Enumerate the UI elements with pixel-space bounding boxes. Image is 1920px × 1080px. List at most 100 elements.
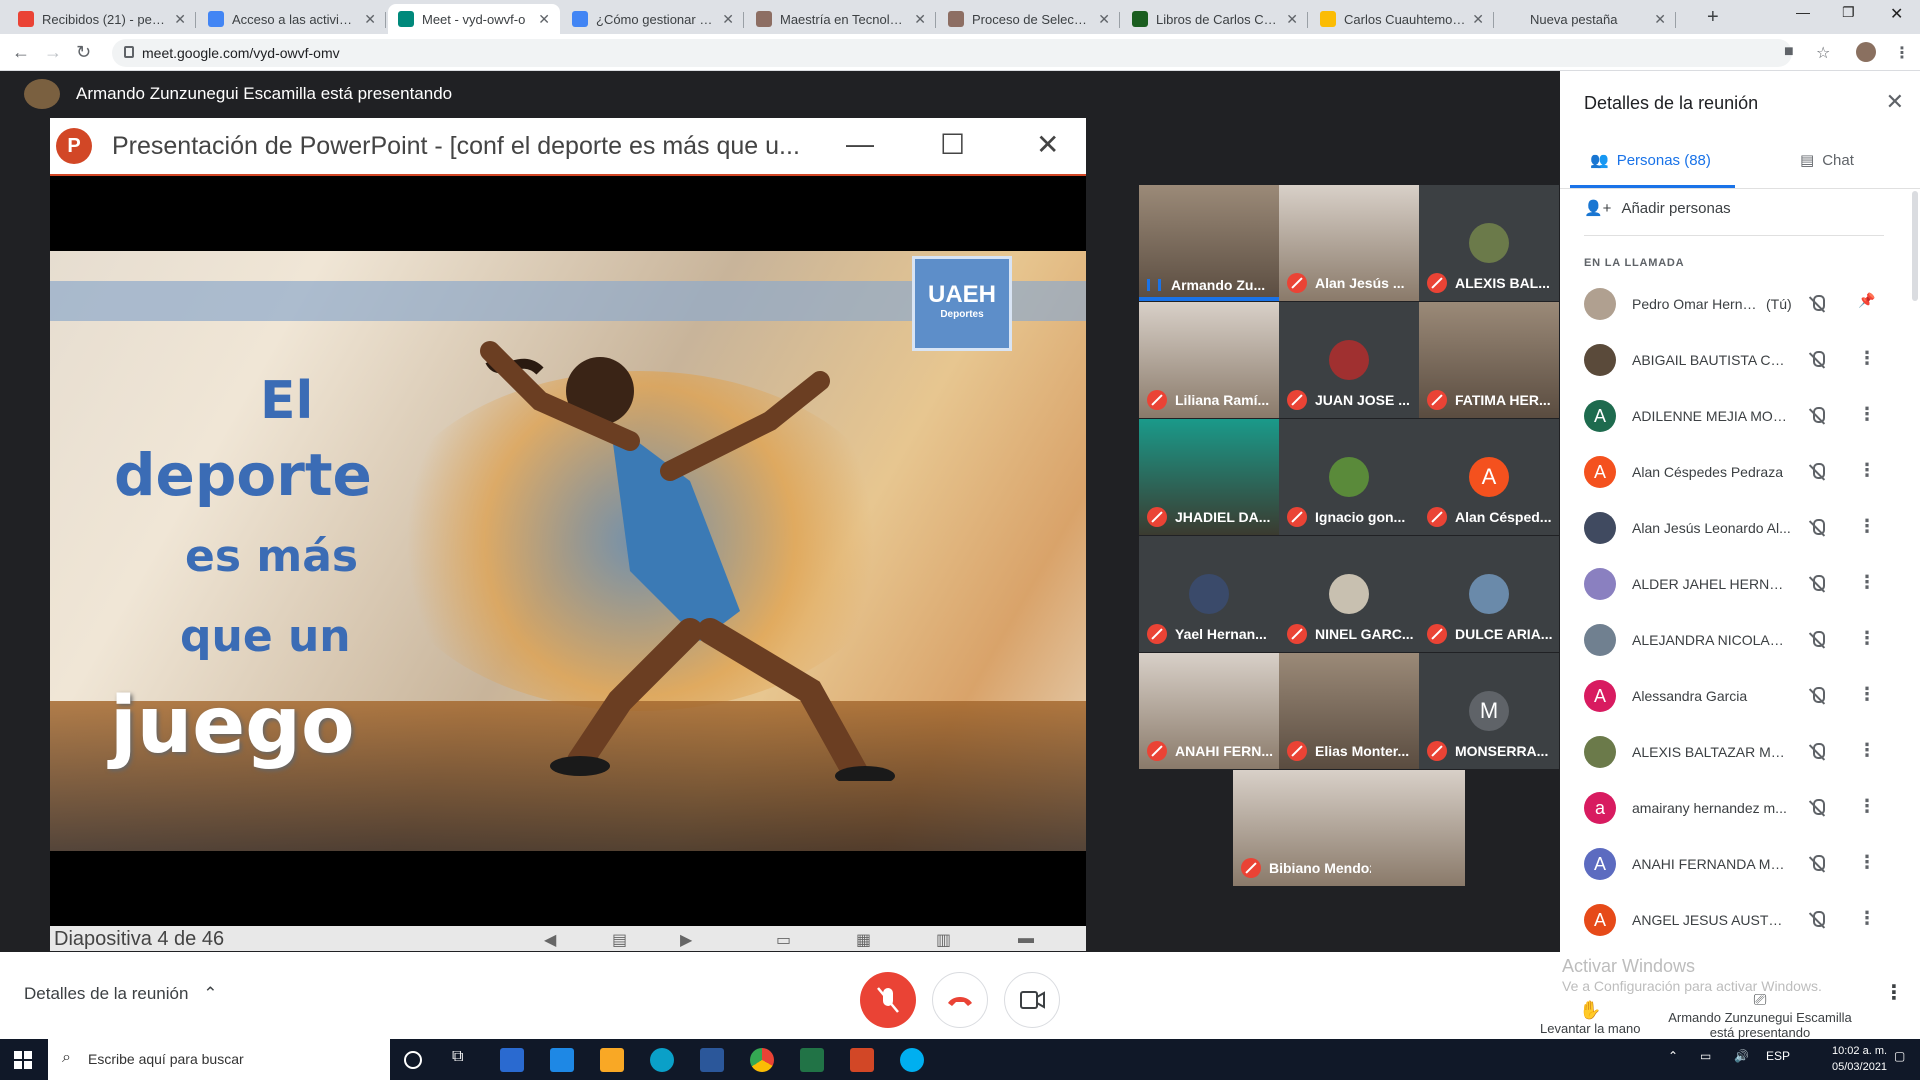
url-field[interactable]: meet.google.com/vyd-owvf-omv [112, 39, 1792, 67]
windows-start-icon[interactable] [14, 1051, 32, 1069]
participant-tile[interactable]: NINEL GARC... [1279, 536, 1419, 652]
mic-muted-icon[interactable] [1808, 799, 1826, 817]
profile-avatar[interactable] [1856, 42, 1876, 62]
participant-menu-icon[interactable]: ⋮ [1858, 796, 1876, 817]
powerpoint-taskbar-icon[interactable] [850, 1048, 874, 1072]
mic-muted-icon[interactable] [1808, 351, 1826, 369]
task-view-icon[interactable]: ⧉ [452, 1048, 476, 1072]
browser-tab[interactable]: Libros de Carlos Cuauh ✕ [1122, 4, 1308, 34]
volume-icon[interactable]: 🔊 [1734, 1049, 1749, 1063]
camera-toggle-button[interactable] [1004, 972, 1060, 1028]
edge-icon[interactable] [650, 1048, 674, 1072]
tab-chat[interactable]: ▤ Chat [1800, 151, 1854, 170]
store-icon[interactable] [500, 1048, 524, 1072]
participant-tile[interactable]: Liliana Ramí... [1139, 302, 1279, 418]
tab-close-icon[interactable]: ✕ [538, 11, 550, 28]
notifications-icon[interactable]: ▢ [1894, 1049, 1905, 1063]
participant-tile[interactable]: Armando Zu... [1139, 185, 1279, 301]
participant-row[interactable]: A ANAHI FERNANDA MER... ⋮ [1560, 834, 1920, 890]
tab-close-icon[interactable]: ✕ [364, 11, 376, 28]
participant-row[interactable]: (Tú)Pedro Omar Hernández📌 [1560, 274, 1920, 330]
tray-chevron-icon[interactable]: ⌃ [1668, 1049, 1678, 1063]
participant-row[interactable]: Alan Jesús Leonardo Al... ⋮ [1560, 498, 1920, 554]
forward-icon[interactable]: → [44, 42, 62, 63]
panel-scrollbar[interactable] [1912, 191, 1918, 301]
pin-icon[interactable]: 📌 [1858, 292, 1875, 309]
close-panel-icon[interactable]: ✕ [1886, 89, 1904, 115]
participant-row[interactable]: A Alessandra Garcia ⋮ [1560, 666, 1920, 722]
tab-close-icon[interactable]: ✕ [722, 11, 734, 28]
presenting-status-button[interactable]: ⎚ Armando Zunzunegui Escamilla está pres… [1660, 992, 1860, 1040]
participant-menu-icon[interactable]: ⋮ [1858, 516, 1876, 537]
browser-tab[interactable]: Nueva pestaña ✕ [1496, 4, 1676, 34]
participant-tile[interactable]: Bibiano Mendoza Austria [1233, 770, 1465, 886]
participant-tile[interactable]: FATIMA HER... [1419, 302, 1559, 418]
participant-tile[interactable]: M MONSERRA... [1419, 653, 1559, 769]
more-options-icon[interactable]: ⋮ [1884, 980, 1904, 1005]
microphone-toggle-button[interactable] [860, 972, 916, 1028]
cortana-icon[interactable] [404, 1051, 422, 1069]
reload-icon[interactable]: ↻ [76, 42, 91, 63]
browser-tab[interactable]: Carlos Cuauhtemoc Sa ✕ [1310, 4, 1494, 34]
chrome-icon[interactable] [750, 1048, 774, 1072]
participant-row[interactable]: A ADILENNE MEJIA MON... ⋮ [1560, 386, 1920, 442]
participant-tile[interactable]: Elias Monter... [1279, 653, 1419, 769]
participant-row[interactable]: ABIGAIL BAUTISTA CRUZ ⋮ [1560, 330, 1920, 386]
word-icon[interactable] [700, 1048, 724, 1072]
participant-menu-icon[interactable]: ⋮ [1858, 908, 1876, 929]
browser-tab[interactable]: Acceso a las actividade ✕ [198, 4, 386, 34]
minimize-window-button[interactable]: — [1796, 4, 1810, 20]
add-people-button[interactable]: 👤+ Añadir personas [1584, 199, 1731, 218]
participant-tile[interactable]: JHADIEL DA... [1139, 419, 1279, 535]
mic-muted-icon[interactable] [1808, 911, 1826, 929]
mic-muted-icon[interactable] [1808, 519, 1826, 537]
tab-close-icon[interactable]: ✕ [1654, 11, 1666, 28]
excel-icon[interactable] [800, 1048, 824, 1072]
participant-row[interactable]: ALEXIS BALTAZAR MELO ⋮ [1560, 722, 1920, 778]
skype-icon[interactable] [900, 1048, 924, 1072]
camera-blocked-icon[interactable]: ■ [1784, 43, 1794, 61]
participant-tile[interactable]: ALEXIS BAL... [1419, 185, 1559, 301]
network-icon[interactable]: ▭ [1700, 1049, 1711, 1063]
participant-tile[interactable]: JUAN JOSE ... [1279, 302, 1419, 418]
browser-menu-icon[interactable]: ⋮ [1894, 43, 1910, 63]
participant-menu-icon[interactable]: ⋮ [1858, 684, 1876, 705]
mic-muted-icon[interactable] [1808, 631, 1826, 649]
participant-tile[interactable]: Alan Jesús ... [1279, 185, 1419, 301]
participant-menu-icon[interactable]: ⋮ [1858, 852, 1876, 873]
language-indicator[interactable]: ESP [1766, 1049, 1790, 1063]
bookmark-star-icon[interactable]: ☆ [1816, 43, 1830, 63]
tab-close-icon[interactable]: ✕ [1472, 11, 1484, 28]
participant-row[interactable]: ALDER JAHEL HERNAN... ⋮ [1560, 554, 1920, 610]
mail-icon[interactable] [550, 1048, 574, 1072]
taskbar-clock[interactable]: 10:02 a. m. 05/03/2021 [1832, 1043, 1887, 1075]
participant-tile[interactable]: A Alan Césped... [1419, 419, 1559, 535]
browser-tab[interactable]: Recibidos (21) - pedro_ ✕ [8, 4, 196, 34]
tab-people[interactable]: 👥 Personas (88) [1590, 151, 1711, 170]
participant-menu-icon[interactable]: ⋮ [1858, 628, 1876, 649]
tab-close-icon[interactable]: ✕ [1286, 11, 1298, 28]
mic-muted-icon[interactable] [1808, 687, 1826, 705]
mic-muted-icon[interactable] [1808, 575, 1826, 593]
participant-tile[interactable]: ANAHI FERN... [1139, 653, 1279, 769]
mic-muted-icon[interactable] [1808, 743, 1826, 761]
mic-muted-icon[interactable] [1808, 463, 1826, 481]
back-icon[interactable]: ← [12, 42, 30, 63]
taskbar-search-field[interactable]: ⌕ Escribe aquí para buscar [48, 1039, 390, 1080]
browser-tab[interactable]: Proceso de Selección d ✕ [938, 4, 1120, 34]
participant-row[interactable]: A Alan Céspedes Pedraza ⋮ [1560, 442, 1920, 498]
maximize-window-button[interactable]: ❐ [1842, 4, 1855, 21]
close-window-button[interactable]: ✕ [1890, 4, 1903, 24]
participant-row[interactable]: a amairany hernandez m... ⋮ [1560, 778, 1920, 834]
participant-menu-icon[interactable]: ⋮ [1858, 572, 1876, 593]
tab-close-icon[interactable]: ✕ [1098, 11, 1110, 28]
participant-tile[interactable]: Yael Hernan... [1139, 536, 1279, 652]
tab-close-icon[interactable]: ✕ [914, 11, 926, 28]
mic-muted-icon[interactable] [1808, 855, 1826, 873]
mic-muted-icon[interactable] [1808, 295, 1826, 313]
participant-menu-icon[interactable]: ⋮ [1858, 404, 1876, 425]
new-tab-button[interactable]: + [1707, 6, 1719, 29]
raise-hand-button[interactable]: ✋ Levantar la mano [1540, 1000, 1640, 1036]
participant-row[interactable]: A ANGEL JESUS AUSTRIA ... ⋮ [1560, 890, 1920, 946]
participant-menu-icon[interactable]: ⋮ [1858, 740, 1876, 761]
